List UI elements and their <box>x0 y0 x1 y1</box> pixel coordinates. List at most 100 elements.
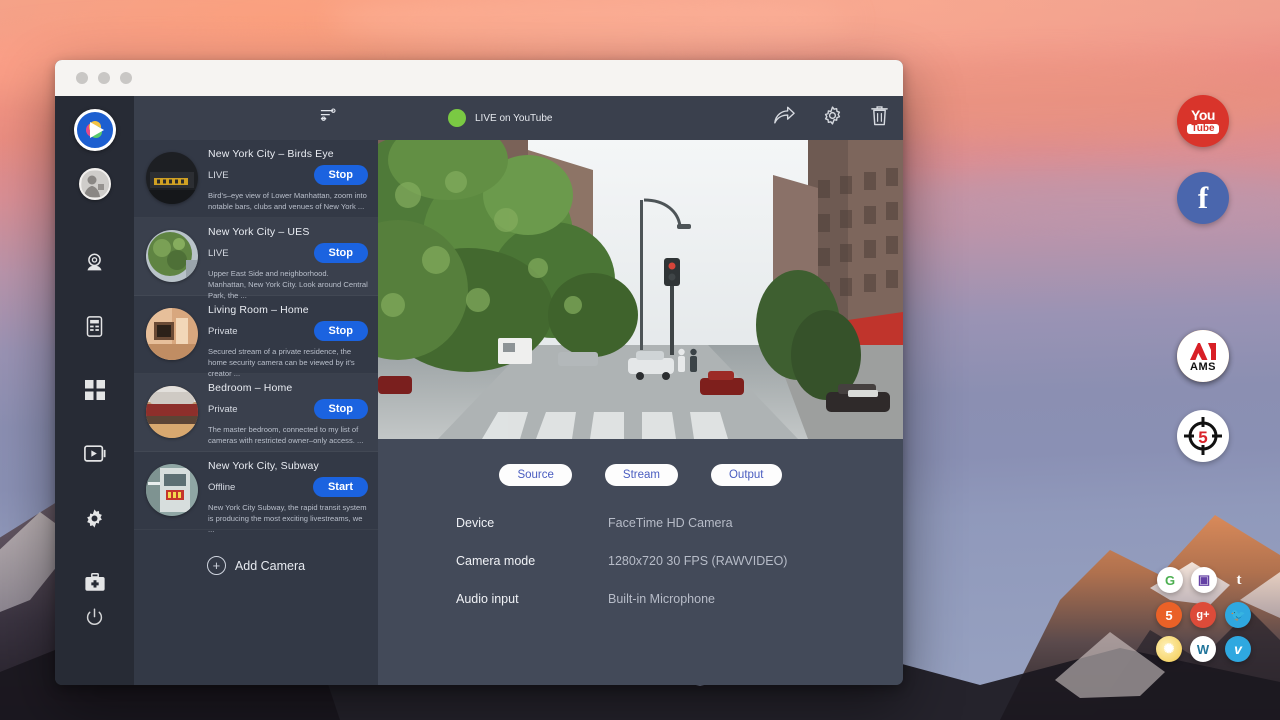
tumblr-icon: t <box>1237 572 1242 589</box>
monitor-play-icon <box>84 445 106 463</box>
live-video-preview[interactable] <box>378 140 903 439</box>
gear-icon <box>84 508 105 529</box>
camera-action-button[interactable]: Stop <box>314 243 368 263</box>
camera-list-item[interactable]: New York City – UES LIVE Stop Upper East… <box>134 218 378 296</box>
camera-status: Private <box>208 404 238 415</box>
camera-status: Offline <box>208 482 235 493</box>
camera-list-item[interactable]: New York City, Subway Offline Start New … <box>134 452 378 530</box>
tab-stream[interactable]: Stream <box>605 464 678 486</box>
settings-button[interactable] <box>822 105 843 131</box>
source-spec-list: Device FaceTime HD Camera Camera mode 12… <box>378 486 903 630</box>
maximize-button[interactable] <box>120 72 132 84</box>
camera-list-item[interactable]: New York City – Birds Eye LIVE Stop Bird… <box>134 140 378 218</box>
camera-status: Private <box>208 326 238 337</box>
app-logo[interactable] <box>74 109 116 151</box>
grabyo-icon: G <box>1165 573 1175 588</box>
add-camera-label: Add Camera <box>235 559 305 573</box>
sidebar-item-dashboard[interactable] <box>75 370 115 410</box>
desktop-icon-twitch[interactable]: ▣ <box>1191 567 1217 593</box>
live-indicator-dot <box>448 109 466 127</box>
camera-list-toolbar <box>134 96 378 140</box>
share-arrow-icon <box>773 106 795 125</box>
desktop-icon-vimeo[interactable]: v <box>1225 636 1251 662</box>
camera-title: Bedroom – Home <box>208 382 368 394</box>
living-room-thumb <box>146 308 198 360</box>
settings-tabs: Source Stream Output <box>378 439 903 486</box>
trash-icon <box>870 105 889 126</box>
desktop-icon-red5[interactable]: 5 <box>1177 410 1229 462</box>
nyc-subway-thumb <box>146 464 198 516</box>
camera-title: New York City – UES <box>208 226 368 238</box>
flickr-icon: ✺ <box>1164 641 1175 657</box>
twitter-icon: 🐦 <box>1231 608 1246 622</box>
desktop-icon-wordpress[interactable]: W <box>1190 636 1216 662</box>
twitch-icon: ▣ <box>1198 572 1210 588</box>
desktop-icon-googleplus[interactable]: g+ <box>1190 602 1216 628</box>
spec-value[interactable]: 1280x720 30 FPS (RAWVIDEO) <box>608 554 787 568</box>
sidebar-item-settings[interactable] <box>75 498 115 538</box>
desktop-icon-twitter[interactable]: 🐦 <box>1225 602 1251 628</box>
grid-icon <box>85 380 105 400</box>
camera-title: New York City, Subway <box>208 460 368 472</box>
sidebar-item-power[interactable] <box>75 597 115 637</box>
add-camera-button[interactable]: + Add Camera <box>134 530 378 575</box>
camera-status: LIVE <box>208 170 229 181</box>
bedroom-thumb <box>146 386 198 438</box>
camera-list-item[interactable]: Bedroom – Home Private Stop The master b… <box>134 374 378 452</box>
main-panel: LIVE on YouTube <box>378 96 903 685</box>
sort-filter-icon[interactable] <box>320 108 336 129</box>
youtube-line2: Tube <box>1187 124 1218 134</box>
tab-output[interactable]: Output <box>711 464 782 486</box>
minimize-button[interactable] <box>98 72 110 84</box>
delete-button[interactable] <box>870 105 889 131</box>
spec-row: Camera mode 1280x720 30 FPS (RAWVIDEO) <box>456 554 903 568</box>
camera-title: Living Room – Home <box>208 304 368 316</box>
first-aid-kit-icon <box>84 573 106 592</box>
camera-status: LIVE <box>208 248 229 259</box>
adobe-a-icon <box>1189 341 1217 361</box>
camera-action-button[interactable]: Stop <box>314 399 368 419</box>
webcam-icon <box>84 252 105 273</box>
desktop-icon-livestream[interactable]: 5 <box>1156 602 1182 628</box>
sidebar-item-cameras[interactable] <box>75 242 115 282</box>
camera-list-item[interactable]: Living Room – Home Private Stop Secured … <box>134 296 378 374</box>
red5-crosshair-icon: 5 <box>1180 413 1226 459</box>
desktop-icon-facebook[interactable]: f <box>1177 172 1229 224</box>
live-status-badge: LIVE on YouTube <box>448 109 552 127</box>
power-icon <box>85 608 104 627</box>
plus-icon: + <box>207 556 226 575</box>
desktop-icon-adobe-ams-main[interactable]: AMS <box>1177 330 1229 382</box>
camera-action-button[interactable]: Stop <box>314 321 368 341</box>
camera-action-button[interactable]: Stop <box>314 165 368 185</box>
camera-list: New York City – Birds Eye LIVE Stop Bird… <box>134 140 378 685</box>
camera-list-panel: New York City – Birds Eye LIVE Stop Bird… <box>134 96 378 685</box>
spec-value[interactable]: Built-in Microphone <box>608 592 715 606</box>
share-button[interactable] <box>773 106 795 130</box>
camera-description: Bird's–eye view of Lower Manhattan, zoom… <box>208 191 368 213</box>
sidebar-rail <box>55 96 134 685</box>
camera-description: The master bedroom, connected to my list… <box>208 425 368 447</box>
main-toolbar: LIVE on YouTube <box>378 96 903 140</box>
ams-label: AMS <box>1190 362 1216 373</box>
close-button[interactable] <box>76 72 88 84</box>
desktop-icon-youtube[interactable]: You Tube <box>1177 95 1229 147</box>
camera-description: New York City Subway, the rapid transit … <box>208 503 368 535</box>
wordpress-icon: W <box>1197 642 1209 657</box>
sidebar-item-help[interactable] <box>75 562 115 602</box>
camera-description: Upper East Side and neighborhood. Manhat… <box>208 269 368 301</box>
desktop-icon-tumblr[interactable]: t <box>1226 567 1252 593</box>
camera-description: Secured stream of a private residence, t… <box>208 347 368 379</box>
live-status-label: LIVE on YouTube <box>475 113 552 124</box>
tab-source[interactable]: Source <box>499 464 571 486</box>
desktop-icon-grabyo[interactable]: G <box>1157 567 1183 593</box>
window-titlebar <box>55 60 903 96</box>
desktop-icon-flickr[interactable]: ✺ <box>1156 636 1182 662</box>
sidebar-item-device[interactable] <box>75 306 115 346</box>
nyc-ues-thumb <box>146 230 198 282</box>
livestream-icon: 5 <box>1165 608 1172 623</box>
user-avatar[interactable] <box>79 168 111 200</box>
app-window: New York City – Birds Eye LIVE Stop Bird… <box>55 60 903 685</box>
camera-action-button[interactable]: Start <box>313 477 368 497</box>
spec-value[interactable]: FaceTime HD Camera <box>608 516 733 530</box>
sidebar-item-broadcast[interactable] <box>75 434 115 474</box>
